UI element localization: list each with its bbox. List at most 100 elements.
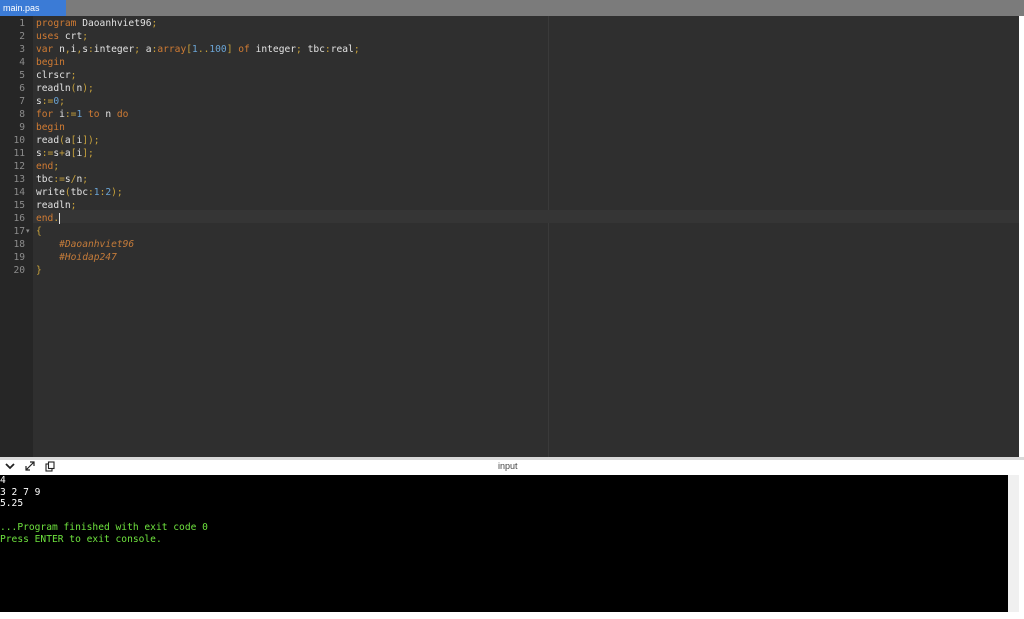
code-token: Daoanhviet96	[82, 18, 152, 29]
line-number: 7	[19, 96, 25, 107]
line-number: 17	[13, 226, 25, 237]
code-token: real	[330, 44, 354, 55]
console-output[interactable]: 43 2 7 9 5.25 ...Program finished with exi…	[0, 475, 1008, 612]
code-token: :=	[53, 174, 65, 185]
code-token: 100	[209, 44, 227, 55]
code-token: ;	[82, 31, 88, 42]
code-token: clrscr	[36, 70, 71, 81]
code-editor[interactable]: 1 2 3 4 5 6 7 8 9 10 11 12 13 14 15 16 17 18 19 20 ▾ program…	[0, 16, 1019, 457]
code-line[interactable]: for i:=1 to n do	[36, 108, 128, 121]
code-line[interactable]: write(tbc:1:2);	[36, 186, 123, 199]
line-number: 12	[13, 161, 25, 172]
code-token: do	[111, 109, 129, 120]
code-line[interactable]: tbc:=s/n;	[36, 173, 88, 186]
code-token: of	[238, 44, 256, 55]
code-token: readln	[36, 83, 71, 94]
line-number: 8	[19, 109, 25, 120]
code-token: ;	[53, 161, 60, 172]
code-token: end	[36, 161, 54, 172]
code-line[interactable]: {	[36, 225, 42, 238]
code-line[interactable]: #Daoanhviet96	[36, 238, 134, 251]
code-line[interactable]: uses crt;	[36, 30, 88, 43]
code-line[interactable]: begin	[36, 121, 65, 134]
code-token: readln	[36, 200, 71, 211]
line-number: 20	[13, 265, 25, 276]
code-line[interactable]: }	[36, 264, 42, 277]
code-token: ]);	[82, 135, 100, 146]
code-token: integer	[93, 44, 135, 55]
code-line[interactable]: end;	[36, 160, 59, 173]
code-line[interactable]: program Daoanhviet96;	[36, 17, 157, 30]
line-number: 13	[13, 174, 25, 185]
line-number: 10	[13, 135, 25, 146]
code-token: begin	[36, 57, 65, 68]
code-line[interactable]: clrscr;	[36, 69, 76, 82]
code-token: uses	[36, 31, 65, 42]
code-token: ;	[353, 44, 360, 55]
console-line: ...Program finished with exit code 0	[0, 521, 208, 533]
code-token: ];	[82, 148, 94, 159]
console-line: 3 2 7 9	[0, 486, 41, 498]
console-toolbar: input	[0, 460, 1024, 475]
code-token: ;	[296, 44, 308, 55]
line-number: 16	[13, 213, 25, 224]
code-token: crt	[64, 31, 83, 42]
code-line[interactable]: readln(n);	[36, 82, 94, 95]
fold-toggle-icon[interactable]: ▾	[26, 225, 32, 238]
line-number-gutter: 1 2 3 4 5 6 7 8 9 10 11 12 13 14 15 16 17 18 19 20 ▾	[0, 16, 33, 457]
line-number: 5	[19, 70, 25, 81]
code-token: :=	[41, 148, 54, 159]
collapse-icon[interactable]	[4, 461, 16, 473]
code-line[interactable]: s:=s+a[i];	[36, 147, 94, 160]
code-token: integer	[255, 44, 297, 55]
console-scrollbar[interactable]	[1008, 475, 1019, 612]
console-input-label: input	[498, 461, 518, 471]
line-number: 18	[13, 239, 25, 250]
line-number: 6	[19, 83, 25, 94]
code-token: ;	[70, 200, 77, 211]
code-token: program	[36, 18, 83, 29]
line-number: 3	[19, 44, 25, 55]
code-token: }	[36, 265, 42, 276]
code-token: {	[36, 226, 42, 237]
code-token: :=	[64, 109, 77, 120]
code-token: var	[36, 44, 60, 55]
copy-icon[interactable]	[44, 461, 56, 473]
code-line[interactable]: #Hoidap247	[36, 251, 117, 264]
code-line[interactable]: s:=0;	[36, 95, 65, 108]
code-token: #Hoidap247	[36, 252, 117, 263]
code-token: ;	[59, 96, 65, 107]
line-number: 4	[19, 57, 25, 68]
console-line: Press ENTER to exit console.	[0, 533, 162, 545]
expand-icon[interactable]	[24, 461, 36, 473]
code-token: end	[36, 213, 54, 224]
tab-main-pas[interactable]: main.pas	[0, 0, 66, 16]
code-line[interactable]: begin	[36, 56, 65, 69]
code-token: ..	[197, 44, 210, 55]
code-token: tbc	[307, 44, 325, 55]
text-caret	[59, 212, 61, 224]
line-number: 2	[19, 31, 25, 42]
code-token: ]	[226, 44, 239, 55]
line-number: 9	[19, 122, 25, 133]
code-token: #Daoanhviet96	[36, 239, 135, 250]
code-token: read	[36, 135, 60, 146]
code-token: ;	[151, 18, 158, 29]
code-area[interactable]: program Daoanhviet96; uses crt; var n,i,s:…	[33, 16, 1019, 457]
line-number: 11	[13, 148, 25, 159]
code-token: tbc	[70, 187, 88, 198]
code-line[interactable]: end.	[36, 212, 61, 225]
code-line[interactable]: read(a[i]);	[36, 134, 100, 147]
code-token: );	[82, 83, 94, 94]
console-line: 4	[0, 475, 6, 486]
active-line-highlight	[33, 210, 1019, 223]
code-token: write	[36, 187, 65, 198]
code-line[interactable]: readln;	[36, 199, 76, 212]
code-line[interactable]: var n,i,s:integer; a:array[1..100] of in…	[36, 43, 360, 56]
line-number: 14	[13, 187, 25, 198]
tab-bar: main.pas	[0, 0, 1024, 16]
code-token: ;	[82, 174, 89, 185]
console-line: 5.25	[0, 498, 24, 510]
code-token: to	[82, 109, 106, 120]
code-token: for	[36, 109, 60, 120]
